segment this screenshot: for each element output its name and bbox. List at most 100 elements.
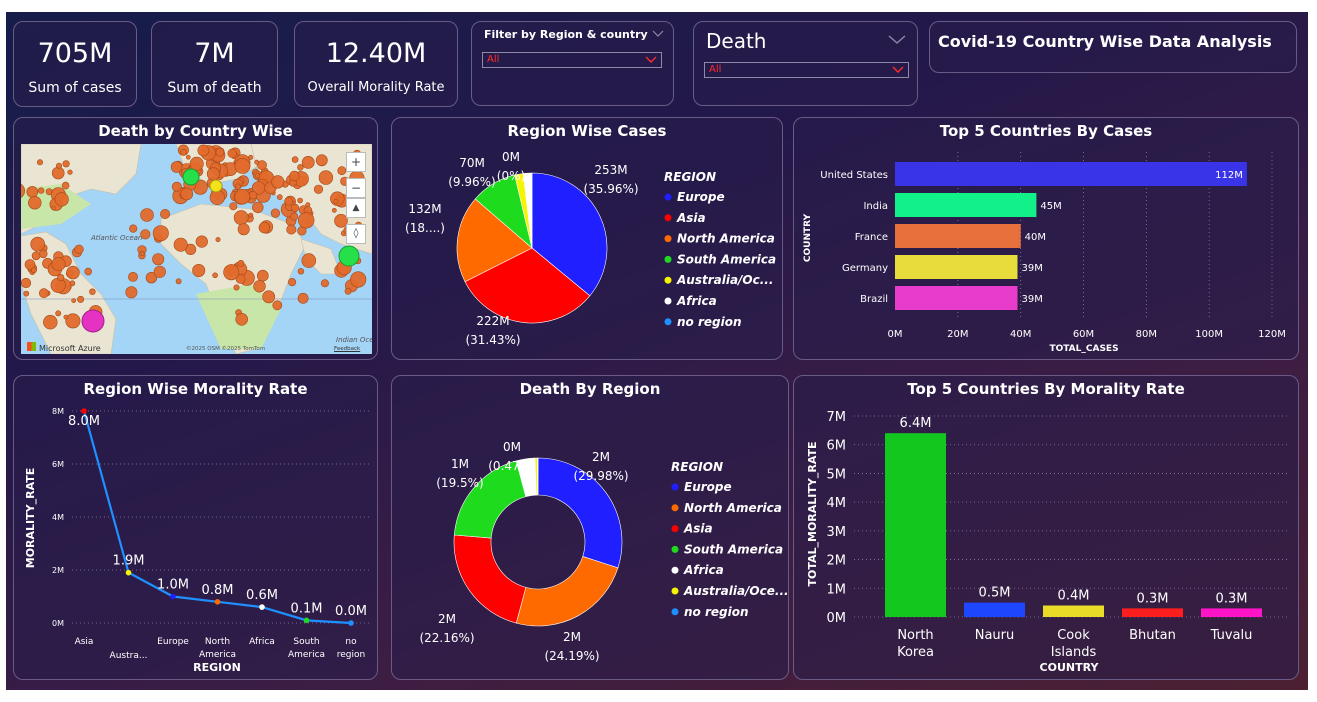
country-bubble [50,205,56,211]
dashboard-title: Covid-19 Country Wise Data Analysis [938,32,1272,51]
data-label: 2M [563,630,581,644]
top5-cases-bar-chart[interactable]: 0M 20M 40M 60M 80M 100M 120M United States 112M I… [794,118,1300,361]
panel-title: Death by Country Wise [98,122,293,140]
data-label: 2M [438,612,456,626]
country-bubble [63,314,69,320]
country-bubble [350,271,367,288]
x-tick-label: 80M [1136,329,1157,340]
country-bubble [180,187,194,201]
bar [1122,608,1183,617]
country-bubble [51,166,65,180]
data-label-pct: (24.19%) [544,649,599,663]
data-label: 70M [459,156,485,170]
kpi-card-morality: 12.40M Overall Morality Rate [294,21,458,107]
country-bubble [57,274,65,282]
data-label: 0.0M [335,604,367,619]
country-bubble [253,280,266,293]
country-bubble [62,160,70,168]
data-label-pct: (0%) [497,169,525,183]
country-bubble [51,257,66,272]
country-bubble [54,192,69,207]
country-bubble [129,224,138,233]
country-bubble [81,309,105,333]
kpi-label: Sum of death [167,80,262,96]
bar [895,224,1021,248]
country-bubble [77,295,85,303]
data-label-pct: (22.16%) [419,631,474,645]
bar [895,162,1247,186]
top5-morality-bar-chart[interactable]: 0M 1M 2M 3M 4M 5M 6M 7M 6.4M North Korea 0.5M Nauru 0… [794,376,1300,681]
y-tick-label: 7M [827,410,847,425]
country-bubble [248,154,254,160]
chevron-down-icon[interactable] [652,30,664,38]
country-bubble [197,144,210,157]
country-bubble [36,159,43,166]
chevron-down-icon [645,56,657,63]
country-bubble [271,175,285,189]
country-bubble [195,235,208,248]
data-point [214,599,221,605]
data-label: 0.4M [1058,589,1090,604]
slicer-dropdown[interactable]: All [482,52,662,68]
country-bubble [234,183,241,190]
country-bubble [237,223,250,236]
legend-marker [664,193,672,201]
ocean-label: Atlantic Ocean [90,234,142,242]
country-bubble [215,147,225,157]
zoom-in-button[interactable]: + [346,152,366,172]
zoom-out-button[interactable]: − [346,178,366,198]
data-point [170,593,176,600]
slicer-title: Death [706,29,767,53]
y-tick-label: 2M [52,566,64,575]
x-tick-label: 40M [1010,329,1031,340]
country-bubble [235,313,248,326]
country-bubble [71,298,77,303]
legend-marker [664,297,672,305]
data-label-pct: (9.96%) [448,175,495,189]
country-bubble [128,271,138,282]
country-bubble [66,265,80,280]
country-bubble [338,245,360,267]
data-label: 0.3M [1216,591,1248,606]
map-view[interactable]: Atlantic Ocean Indian Ocean + − ▲ ◊ Micro… [21,144,372,354]
country-bubble [31,251,41,261]
data-label-pct: (0.47%) [488,459,535,473]
map-canvas[interactable]: Atlantic Ocean Indian Ocean [21,144,372,354]
country-bubble [28,195,42,210]
country-bubble [223,264,240,281]
country-bubble [313,184,324,194]
region-cases-pie-chart[interactable]: REGION Europe Asia North America South Ameri… [392,118,784,361]
x-tick-label: Cook [1057,628,1090,643]
slicer-region-country[interactable]: Filter by Region & country All [471,21,674,106]
legend-item: North America [677,232,775,246]
tilt-icon[interactable]: ▲ [346,198,366,218]
country-bubble [258,221,271,234]
y-tick-label: Germany [842,263,888,274]
x-tick-label: Bhutan [1129,628,1176,643]
country-bubble [297,164,304,171]
country-bubble [288,278,297,287]
legend-item: South America [684,542,783,556]
country-bubble [234,157,251,174]
slicer-value: All [487,54,500,65]
slicer-dropdown[interactable]: All [704,62,909,78]
data-label: 1.9M [113,554,145,569]
country-bubble [215,237,221,243]
death-region-donut-chart[interactable]: REGION Europe North America Asia South Ameri… [392,376,790,681]
compass-icon[interactable]: ◊ [346,224,366,244]
y-tick-label: 0M [827,611,847,626]
country-bubble [206,167,220,181]
slicer-death[interactable]: Death All [693,21,918,106]
data-label-pct: (29.98%) [573,469,628,483]
country-bubble [153,265,166,278]
map-feedback-link[interactable]: Feedback [334,346,360,352]
x-tick-label: region [337,650,365,660]
morality-line-chart[interactable]: 0M 2M 4M 6M 8M 8.0M 1.9M 1.0M 0.8M 0.6M 0.1M 0.0M As… [14,376,379,681]
chevron-down-icon[interactable] [888,35,906,45]
country-bubble [227,148,237,159]
x-tick-label: North [205,637,230,647]
data-label-pct: (18....) [405,221,445,235]
x-tick-label: Korea [897,645,934,660]
legend-item: no region [684,605,749,619]
legend-item: Africa [676,294,717,308]
